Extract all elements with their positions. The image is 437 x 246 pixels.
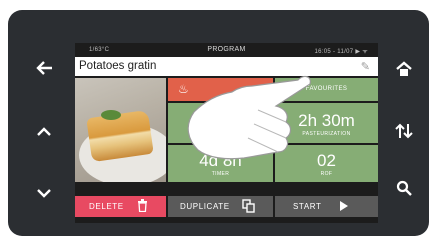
device-frame: 1/63°C PROGRAM 16:05 - 11/07 ▶ ᯤ Potatoe… xyxy=(8,10,429,236)
pointing-hand-icon xyxy=(187,75,311,160)
